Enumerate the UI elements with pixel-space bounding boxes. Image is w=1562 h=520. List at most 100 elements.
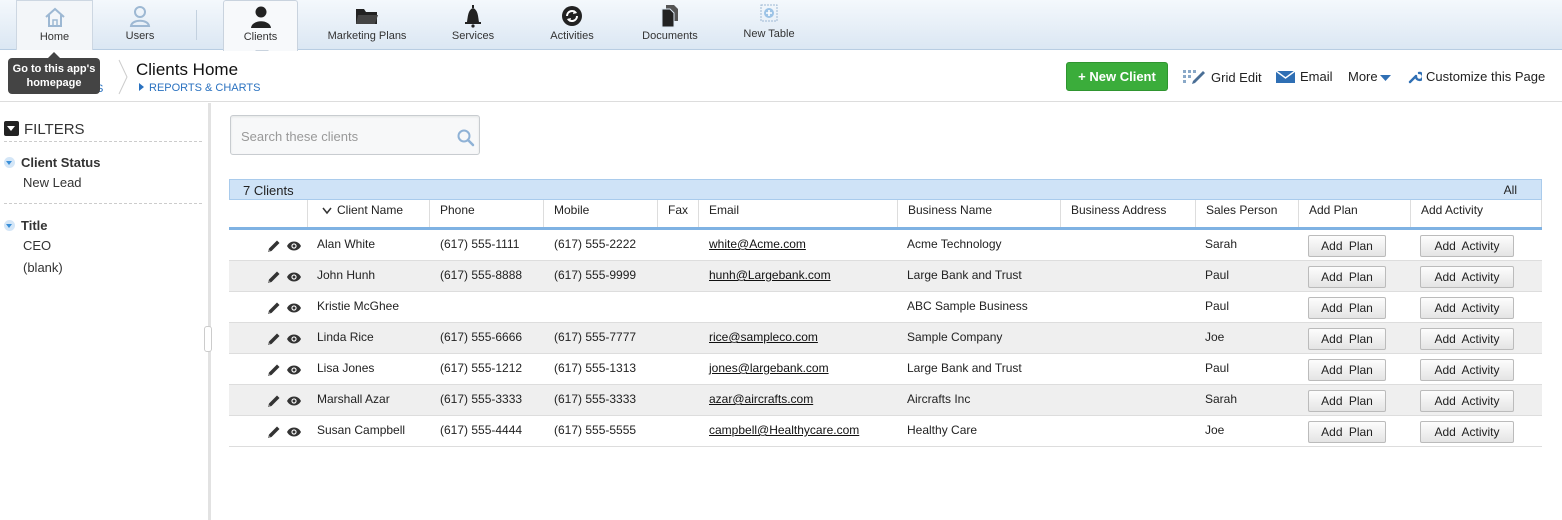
reports-charts-link[interactable]: REPORTS & CHARTS xyxy=(139,82,260,94)
cell-client-name[interactable]: John Hunh xyxy=(317,268,375,282)
splitter-grip[interactable] xyxy=(204,326,212,352)
filter-value[interactable]: New Lead xyxy=(23,175,100,190)
email-link[interactable]: campbell@Healthycare.com xyxy=(709,423,859,437)
pencil-icon[interactable] xyxy=(267,363,281,377)
cell-business-name: Acme Technology xyxy=(907,237,1002,251)
documents-icon xyxy=(661,5,678,28)
add-activity-button[interactable]: Add Activity xyxy=(1420,235,1514,257)
cell-mobile: (617) 555-5555 xyxy=(554,423,637,437)
add-activity-button[interactable]: Add Activity xyxy=(1420,390,1514,412)
table-row: Linda Rice (617) 555-6666 (617) 555-7777… xyxy=(229,323,1542,354)
email-button[interactable]: Email xyxy=(1275,69,1333,84)
header-client-name[interactable]: Client Name xyxy=(307,200,429,227)
filters-header[interactable]: FILTERS xyxy=(4,121,85,138)
pencil-icon[interactable] xyxy=(267,301,281,315)
header-email[interactable]: Email xyxy=(698,200,897,227)
client-count: 7 Clients xyxy=(243,183,294,198)
pencil-icon[interactable] xyxy=(267,332,281,346)
add-plan-button[interactable]: Add Plan xyxy=(1308,390,1386,412)
cell-phone: (617) 555-8888 xyxy=(440,268,523,282)
email-link[interactable]: hunh@Largebank.com xyxy=(709,268,831,282)
tab-new-table-label: New Table xyxy=(743,28,795,40)
pencil-icon[interactable] xyxy=(267,239,281,253)
eye-icon[interactable] xyxy=(287,334,301,344)
add-plan-button[interactable]: Add Plan xyxy=(1308,359,1386,381)
filter-value[interactable]: (blank) xyxy=(23,260,63,275)
cell-client-name[interactable]: Lisa Jones xyxy=(317,361,374,375)
header-business-address[interactable]: Business Address xyxy=(1060,200,1195,227)
add-activity-button[interactable]: Add Activity xyxy=(1420,266,1514,288)
tab-services[interactable]: Services xyxy=(433,0,513,50)
header-phone[interactable]: Phone xyxy=(429,200,543,227)
sidebar-splitter[interactable] xyxy=(208,103,211,520)
tab-marketing-plans[interactable]: Marketing Plans xyxy=(317,0,417,50)
header-business-name[interactable]: Business Name xyxy=(897,200,1060,227)
add-plan-button[interactable]: Add Plan xyxy=(1308,266,1386,288)
add-activity-button[interactable]: Add Activity xyxy=(1420,297,1514,319)
tab-users-label: Users xyxy=(125,30,155,42)
cell-client-name[interactable]: Kristie McGhee xyxy=(317,299,399,313)
header-fax[interactable]: Fax xyxy=(657,200,698,227)
grid-pencil-icon xyxy=(1183,70,1205,84)
add-plan-button[interactable]: Add Plan xyxy=(1308,235,1386,257)
filters-title: FILTERS xyxy=(24,121,85,138)
filter-group-title[interactable]: Client Status xyxy=(4,155,100,170)
collapse-arrow-icon xyxy=(4,121,19,136)
add-plan-button[interactable]: Add Plan xyxy=(1308,297,1386,319)
tab-home[interactable]: Home xyxy=(16,0,93,50)
eye-icon[interactable] xyxy=(287,427,301,437)
add-plan-button[interactable]: Add Plan xyxy=(1308,328,1386,350)
show-all-link[interactable]: All xyxy=(1504,183,1517,197)
add-activity-button[interactable]: Add Activity xyxy=(1420,359,1514,381)
header-mobile[interactable]: Mobile xyxy=(543,200,657,227)
customize-page-button[interactable]: Customize this Page xyxy=(1408,69,1545,84)
search-box xyxy=(230,115,480,155)
add-plan-button[interactable]: Add Plan xyxy=(1308,421,1386,443)
cell-business-name: Sample Company xyxy=(907,330,1003,344)
cell-business-name: Healthy Care xyxy=(907,423,978,437)
expand-arrow-icon xyxy=(4,157,15,168)
email-link[interactable]: jones@largebank.com xyxy=(709,361,829,375)
tab-activities[interactable]: Activities xyxy=(532,0,612,50)
filter-value[interactable]: CEO xyxy=(23,238,63,253)
envelope-icon xyxy=(1275,70,1296,83)
email-link[interactable]: azar@aircrafts.com xyxy=(709,392,813,406)
search-icon[interactable] xyxy=(457,129,475,147)
tab-clients[interactable]: Clients xyxy=(223,0,298,52)
add-activity-button[interactable]: Add Activity xyxy=(1420,328,1514,350)
tab-documents-label: Documents xyxy=(642,30,698,42)
cell-business-name: Large Bank and Trust xyxy=(907,361,1022,375)
eye-icon[interactable] xyxy=(287,365,301,375)
tab-new-table[interactable]: New Table xyxy=(729,0,809,50)
eye-icon[interactable] xyxy=(287,241,301,251)
header-sales-person[interactable]: Sales Person xyxy=(1195,200,1298,227)
email-link[interactable]: white@Acme.com xyxy=(709,237,806,251)
more-dropdown[interactable]: More xyxy=(1348,69,1395,84)
pencil-icon[interactable] xyxy=(267,394,281,408)
cell-client-name[interactable]: Alan White xyxy=(317,237,375,251)
cell-sales-person: Paul xyxy=(1205,268,1230,282)
eye-icon[interactable] xyxy=(287,272,301,282)
tab-users[interactable]: Users xyxy=(100,0,180,50)
email-link[interactable]: rice@sampleco.com xyxy=(709,330,818,344)
cell-phone: (617) 555-4444 xyxy=(440,423,523,437)
pencil-icon[interactable] xyxy=(267,425,281,439)
table-row: John Hunh (617) 555-8888 (617) 555-9999 … xyxy=(229,261,1542,292)
search-input[interactable] xyxy=(241,126,441,146)
grid-edit-button[interactable]: Grid Edit xyxy=(1183,69,1262,85)
breadcrumb-separator xyxy=(118,59,128,95)
cell-client-name[interactable]: Linda Rice xyxy=(317,330,374,344)
eye-icon[interactable] xyxy=(287,303,301,313)
pencil-icon[interactable] xyxy=(267,270,281,284)
add-table-icon xyxy=(760,4,778,22)
new-client-button[interactable]: + New Client xyxy=(1066,62,1168,91)
eye-icon[interactable] xyxy=(287,396,301,406)
tab-documents[interactable]: Documents xyxy=(630,0,710,50)
filter-group-title[interactable]: Title xyxy=(4,218,63,233)
add-activity-button[interactable]: Add Activity xyxy=(1420,421,1514,443)
cell-client-name[interactable]: Marshall Azar xyxy=(317,392,390,406)
cell-client-name[interactable]: Susan Campbell xyxy=(317,423,405,437)
sort-chevron-icon xyxy=(322,207,332,215)
top-navigation: Home Users Clients Marketing Plans Servi… xyxy=(0,0,1562,52)
table-row: Marshall Azar (617) 555-3333 (617) 555-3… xyxy=(229,385,1542,416)
